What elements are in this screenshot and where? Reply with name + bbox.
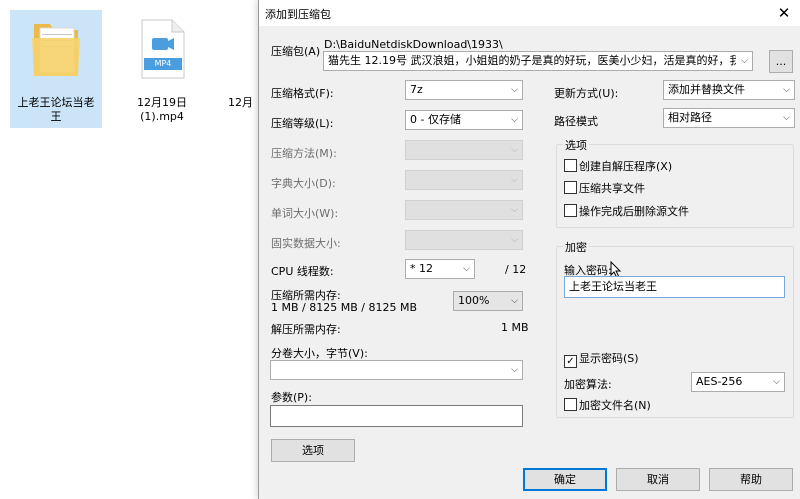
- show-password-checkbox[interactable]: ✓ 显示密码(S): [564, 352, 639, 368]
- checkbox-box-checked: ✓: [564, 355, 577, 368]
- sfx-checkbox[interactable]: 创建自解压程序(X): [564, 159, 672, 174]
- format-label: 压缩格式(F):: [271, 87, 334, 100]
- mp4-badge: MP4: [154, 59, 172, 68]
- archive-path: D:\BaiduNetdiskDownload\1933\: [324, 38, 503, 51]
- file-item-folder[interactable]: 上老王论坛当老 王: [10, 10, 102, 128]
- checkbox-box: [564, 398, 577, 411]
- help-button[interactable]: 帮助: [709, 468, 793, 491]
- encrypt-names-checkbox[interactable]: 加密文件名(N): [564, 398, 651, 413]
- pathmode-label: 路径模式: [554, 115, 598, 128]
- level-label: 压缩等级(L):: [271, 117, 334, 130]
- dialog-title: 添加到压缩包: [265, 8, 331, 21]
- solid-label: 固实数据大小:: [271, 237, 341, 250]
- file-item-mp4-2[interactable]: 12月: [222, 10, 258, 128]
- chevron-down-icon: ⌵: [511, 115, 518, 125]
- delete-checkbox[interactable]: 操作完成后删除源文件: [564, 204, 689, 219]
- method-label: 压缩方法(M):: [271, 147, 337, 160]
- file-name: 12月19日 (1).mp4: [137, 96, 187, 123]
- checkbox-box: [564, 204, 577, 217]
- chevron-down-icon: ⌵: [741, 56, 748, 66]
- ok-button[interactable]: 确定: [523, 468, 607, 491]
- cpu-value: * 12: [410, 262, 433, 275]
- pathmode-select[interactable]: 相对路径 ⌵: [663, 108, 795, 128]
- pathmode-value: 相对路径: [668, 111, 712, 124]
- close-icon[interactable]: ✕: [770, 2, 798, 24]
- update-label: 更新方式(U):: [554, 87, 619, 100]
- cpu-max: / 12: [505, 263, 527, 276]
- volume-label: 分卷大小，字节(V):: [271, 347, 368, 360]
- shared-checkbox[interactable]: 压缩共享文件: [564, 181, 645, 196]
- method-select[interactable]: ⌵: [405, 140, 523, 160]
- checkbox-box: [564, 181, 577, 194]
- params-input[interactable]: [270, 405, 523, 427]
- chevron-down-icon: ⌵: [463, 264, 470, 274]
- archive-label: 压缩包(A): [271, 45, 321, 58]
- volume-combo[interactable]: ⌵: [270, 360, 523, 380]
- folder-icon: [30, 18, 82, 80]
- mem-compress-detail: 1 MB / 8125 MB / 8125 MB: [271, 301, 417, 314]
- chevron-down-icon: ⌵: [511, 235, 518, 245]
- checkbox-box: [564, 159, 577, 172]
- mem-decompress-value: 1 MB: [501, 321, 529, 334]
- dict-select[interactable]: ⌵: [405, 170, 523, 190]
- level-select[interactable]: 0 - 仅存储 ⌵: [405, 110, 523, 130]
- chevron-down-icon: ⌵: [783, 113, 790, 123]
- chevron-down-icon: ⌵: [511, 205, 518, 215]
- show-password-label: 显示密码(S): [579, 352, 639, 365]
- params-label: 参数(P):: [271, 391, 312, 404]
- word-label: 单词大小(W):: [271, 207, 339, 220]
- password-input[interactable]: 上老王论坛当老王: [564, 276, 785, 298]
- chevron-down-icon: ⌵: [773, 377, 780, 387]
- encrypt-names-label: 加密文件名(N): [579, 399, 651, 412]
- cpu-label: CPU 线程数:: [271, 265, 334, 278]
- file-name: 12月: [228, 96, 253, 109]
- format-value: 7z: [410, 83, 423, 96]
- mem-percent-select[interactable]: 100% ⌵: [453, 291, 523, 311]
- cancel-button[interactable]: 取消: [616, 468, 700, 491]
- browse-button[interactable]: ...: [769, 50, 793, 73]
- mem-decompress-label: 解压所需内存:: [271, 323, 341, 336]
- chevron-down-icon: ⌵: [511, 175, 518, 185]
- add-to-archive-dialog: 添加到压缩包 ✕ 压缩包(A) D:\BaiduNetdiskDownload\…: [258, 0, 800, 499]
- level-value: 0 - 仅存储: [410, 113, 461, 126]
- update-value: 添加并替换文件: [668, 83, 745, 96]
- file-name: 上老王论坛当老 王: [17, 96, 95, 123]
- chevron-down-icon: ⌵: [511, 85, 518, 95]
- chevron-down-icon: ⌵: [511, 296, 518, 306]
- mp4-file-icon: MP4: [136, 18, 188, 80]
- options-group-title: 选项: [563, 137, 589, 153]
- encrypt-group-title: 加密: [563, 239, 589, 255]
- update-select[interactable]: 添加并替换文件 ⌵: [663, 80, 795, 100]
- chevron-down-icon: ⌵: [511, 365, 518, 375]
- cpu-select[interactable]: * 12 ⌵: [405, 259, 475, 279]
- encrypt-method-select[interactable]: AES-256 ⌵: [691, 372, 785, 392]
- sfx-checkbox-label: 创建自解压程序(X): [579, 160, 673, 173]
- format-select[interactable]: 7z ⌵: [405, 80, 523, 100]
- encrypt-method-value: AES-256: [696, 375, 743, 388]
- word-select[interactable]: ⌵: [405, 200, 523, 220]
- shared-checkbox-label: 压缩共享文件: [579, 182, 645, 195]
- encrypt-method-label: 加密算法:: [564, 378, 612, 391]
- delete-checkbox-label: 操作完成后删除源文件: [579, 205, 689, 218]
- solid-select[interactable]: ⌵: [405, 230, 523, 250]
- chevron-down-icon: ⌵: [511, 145, 518, 155]
- chevron-down-icon: ⌵: [783, 85, 790, 95]
- title-bar: 添加到压缩包 ✕: [259, 0, 800, 26]
- archive-name-combo[interactable]: 猫先生 12.19号 武汉浪姐，小姐姐的奶子是真的好玩，医美小少妇，活是真的好，…: [323, 51, 753, 71]
- dict-label: 字典大小(D):: [271, 177, 336, 190]
- file-item-mp4[interactable]: MP4 12月19日 (1).mp4: [116, 10, 208, 128]
- archive-name-value: 猫先生 12.19号 武汉浪姐，小姐姐的奶子是真的好玩，医美小少妇，活是真的好，…: [328, 54, 736, 67]
- mem-percent-value: 100%: [458, 294, 490, 307]
- options-button[interactable]: 选项: [271, 439, 355, 462]
